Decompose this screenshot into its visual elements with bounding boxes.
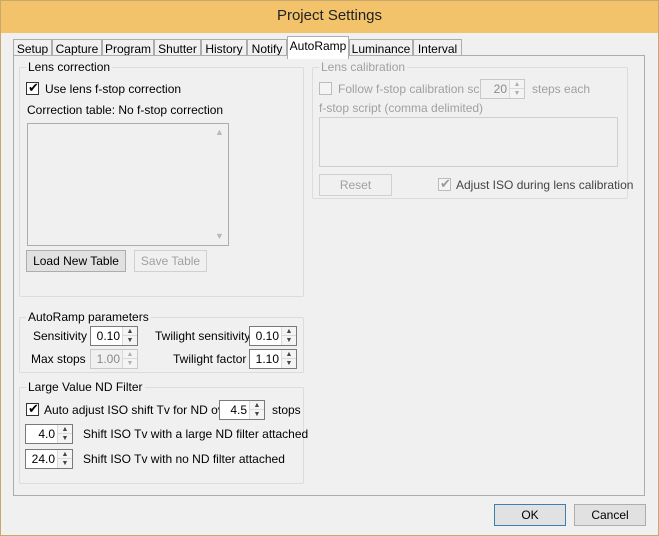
large-nd-spinner[interactable]: 4.0 ▲ ▼ (25, 424, 73, 444)
correction-table-scrollbar[interactable]: ▲ ▼ (211, 124, 228, 245)
no-nd-spinner-arrows[interactable]: ▲ ▼ (57, 450, 72, 468)
large-nd-spinner-arrows[interactable]: ▲ ▼ (57, 425, 72, 443)
lens-correction-title: Lens correction (26, 60, 113, 74)
large-nd-label: Shift ISO Tv with a large ND filter atta… (83, 427, 309, 441)
twilight-factor-spinner-arrows[interactable]: ▲ ▼ (281, 350, 296, 368)
twilight-sensitivity-label: Twilight sensitivity (155, 329, 251, 343)
twilight-sensitivity-spinner-arrows[interactable]: ▲ ▼ (281, 327, 296, 345)
spin-down-icon[interactable]: ▼ (123, 336, 137, 345)
project-settings-window: Project Settings Setup Capture Program S… (0, 0, 659, 536)
auto-adjust-stops-spinner[interactable]: 4.5 ▲ ▼ (219, 400, 265, 420)
ok-button[interactable]: OK (494, 504, 566, 526)
nd-filter-group: Large Value ND Filter ✔ Auto adjust ISO … (19, 380, 308, 484)
spin-up-icon[interactable]: ▲ (58, 450, 72, 459)
spin-down-icon[interactable]: ▼ (58, 434, 72, 443)
adjust-iso-checkbox[interactable]: ✔ (438, 176, 451, 191)
spin-up-icon[interactable]: ▲ (250, 401, 264, 410)
spin-down-icon[interactable]: ▼ (510, 89, 524, 98)
auto-adjust-stops-spinner-arrows[interactable]: ▲ ▼ (249, 401, 264, 419)
auto-adjust-iso-label: Auto adjust ISO shift Tv for ND over (44, 403, 235, 417)
check-icon: ✔ (440, 176, 451, 191)
spin-down-icon[interactable]: ▼ (250, 410, 264, 419)
max-stops-value: 1.00 (96, 352, 120, 366)
autoramp-panel: Lens correction ✔ Use lens f-stop correc… (13, 55, 645, 496)
spin-up-icon[interactable]: ▲ (58, 425, 72, 434)
twilight-factor-spinner[interactable]: 1.10 ▲ ▼ (249, 349, 297, 369)
steps-each-label: steps each (532, 82, 591, 96)
fstop-script-label: f-stop script (comma delimited) (319, 101, 484, 115)
steps-value: 20 (493, 82, 507, 96)
scroll-down-icon[interactable]: ▼ (211, 228, 228, 245)
spin-down-icon[interactable]: ▼ (282, 336, 296, 345)
spin-up-icon[interactable]: ▲ (510, 80, 524, 89)
spin-up-icon[interactable]: ▲ (123, 327, 137, 336)
sensitivity-spinner-arrows[interactable]: ▲ ▼ (122, 327, 137, 345)
correction-table-list[interactable]: ▲ ▼ (27, 123, 229, 246)
no-nd-spinner[interactable]: 24.0 ▲ ▼ (25, 449, 73, 469)
save-table-button[interactable]: Save Table (134, 250, 207, 272)
spin-up-icon[interactable]: ▲ (282, 327, 296, 336)
steps-spinner[interactable]: 20 ▲ ▼ (480, 79, 525, 99)
tab-autoramp[interactable]: AutoRamp (287, 36, 349, 59)
no-nd-label: Shift ISO Tv with no ND filter attached (83, 452, 285, 466)
max-stops-label: Max stops (31, 352, 86, 366)
lens-calibration-title: Lens calibration (319, 60, 408, 74)
twilight-sensitivity-spinner[interactable]: 0.10 ▲ ▼ (249, 326, 297, 346)
spin-down-icon[interactable]: ▼ (58, 459, 72, 468)
follow-script-checkbox[interactable] (319, 82, 332, 95)
title-bar[interactable]: Project Settings (1, 1, 658, 33)
reset-button[interactable]: Reset (319, 174, 392, 196)
autoramp-parameters-title: AutoRamp parameters (26, 310, 151, 324)
use-lens-correction-label: Use lens f-stop correction (45, 82, 182, 96)
spin-up-icon[interactable]: ▲ (123, 350, 137, 359)
fstop-script-input[interactable] (319, 117, 618, 167)
lens-correction-group: Lens correction ✔ Use lens f-stop correc… (19, 60, 304, 297)
scroll-up-icon[interactable]: ▲ (211, 124, 228, 141)
sensitivity-label: Sensitivity (33, 329, 88, 343)
follow-script-label: Follow f-stop calibration script (338, 82, 497, 96)
dialog-client-area: Setup Capture Program Shutter History No… (8, 33, 651, 529)
twilight-sensitivity-value: 0.10 (255, 329, 279, 343)
twilight-factor-value: 1.10 (255, 352, 279, 366)
auto-adjust-stops-value: 4.5 (230, 403, 247, 417)
adjust-iso-label: Adjust ISO during lens calibration (456, 178, 634, 192)
large-nd-value: 4.0 (38, 427, 55, 441)
check-icon: ✔ (28, 80, 39, 95)
max-stops-spinner-arrows[interactable]: ▲ ▼ (122, 350, 137, 368)
spin-up-icon[interactable]: ▲ (282, 350, 296, 359)
cancel-button[interactable]: Cancel (574, 504, 646, 526)
lens-calibration-group: Lens calibration Follow f-stop calibrati… (312, 60, 633, 199)
window-title: Project Settings (276, 7, 383, 24)
use-lens-correction-checkbox[interactable]: ✔ (26, 80, 39, 95)
spin-down-icon[interactable]: ▼ (282, 359, 296, 368)
sensitivity-value: 0.10 (96, 329, 120, 343)
stops-label: stops (272, 403, 301, 417)
spin-down-icon[interactable]: ▼ (123, 359, 137, 368)
autoramp-parameters-group: AutoRamp parameters Sensitivity 0.10 ▲ ▼… (19, 310, 304, 373)
check-icon: ✔ (28, 401, 39, 416)
no-nd-value: 24.0 (31, 452, 55, 466)
sensitivity-spinner[interactable]: 0.10 ▲ ▼ (90, 326, 138, 346)
max-stops-spinner[interactable]: 1.00 ▲ ▼ (90, 349, 138, 369)
correction-table-label: Correction table: No f-stop correction (27, 103, 224, 117)
auto-adjust-iso-checkbox[interactable]: ✔ (26, 401, 39, 416)
nd-filter-title: Large Value ND Filter (26, 380, 145, 394)
twilight-factor-label: Twilight factor (173, 352, 247, 366)
steps-spinner-arrows[interactable]: ▲ ▼ (509, 80, 524, 98)
load-new-table-button[interactable]: Load New Table (26, 250, 126, 272)
